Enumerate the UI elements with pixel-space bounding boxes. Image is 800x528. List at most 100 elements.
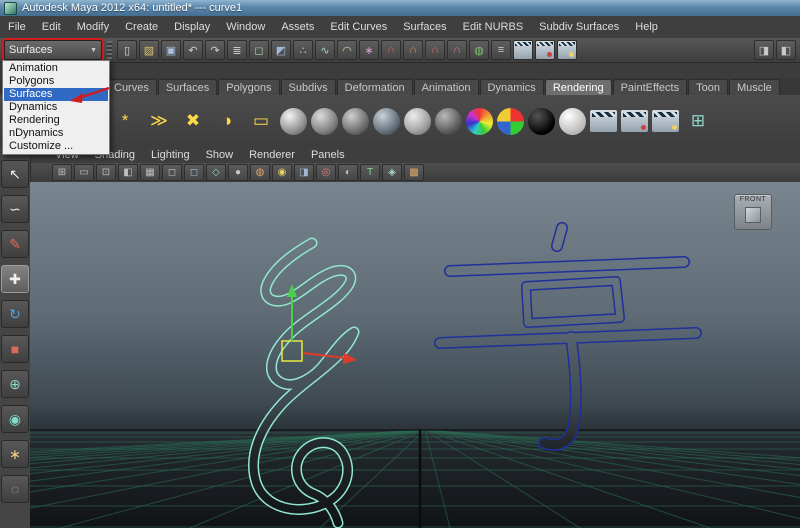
ambient-light-icon[interactable]: ◑	[212, 106, 242, 136]
film-gate-icon[interactable]: ▭	[74, 164, 94, 181]
show-channel-box-icon[interactable]: ◨	[754, 40, 774, 60]
lasso-select-tool[interactable]: ∽	[1, 195, 29, 223]
save-scene-icon[interactable]: ▣	[161, 40, 181, 60]
phonge-material-icon[interactable]	[373, 108, 400, 135]
mask-rendering-icon[interactable]: ∗	[359, 40, 379, 60]
separator-grip[interactable]	[107, 41, 112, 59]
shelf-tab[interactable]: Muscle	[729, 79, 780, 95]
menu-item[interactable]: File	[0, 16, 34, 38]
grid-toggle-icon[interactable]: ⊞	[52, 164, 72, 181]
ipr-render-icon[interactable]	[535, 40, 555, 60]
curve-character-xiang[interactable]	[440, 228, 696, 445]
menu-set-selector[interactable]: Surfaces ▼	[4, 40, 102, 60]
panel-menu-item[interactable]: Show	[199, 149, 241, 161]
menu-item[interactable]: Edit NURBS	[455, 16, 532, 38]
menu-item[interactable]: Display	[166, 16, 218, 38]
shelf-tab[interactable]: Animation	[414, 79, 479, 95]
render-view-icon[interactable]	[590, 110, 617, 132]
use-background-icon[interactable]	[559, 108, 586, 135]
resolution-gate-icon[interactable]: ⊡	[96, 164, 116, 181]
texture-view-icon[interactable]: ▩	[404, 164, 424, 181]
ipr-render-shelf-icon[interactable]	[621, 110, 648, 132]
curve-character-fen[interactable]	[254, 243, 354, 523]
shelf-tab[interactable]: Subdivs	[281, 79, 336, 95]
phong-material-icon[interactable]	[342, 108, 369, 135]
dropdown-item[interactable]: Rendering	[4, 114, 108, 127]
shading-map-icon[interactable]	[497, 108, 524, 135]
wireframe-icon[interactable]: ◇	[206, 164, 226, 181]
shelf-tab[interactable]: Toon	[688, 79, 728, 95]
move-tool[interactable]: ✚	[1, 265, 29, 293]
dropdown-item[interactable]: Polygons	[4, 75, 108, 88]
snap-to-grid-icon[interactable]: ∩	[381, 40, 401, 60]
paint-select-tool[interactable]: ✎	[1, 230, 29, 258]
titlebar[interactable]: Autodesk Maya 2012 x64: untitled* --- cu…	[0, 0, 800, 16]
menu-item[interactable]: Edit Curves	[322, 16, 395, 38]
menu-item[interactable]: Subdiv Surfaces	[531, 16, 627, 38]
shelf-tab[interactable]: PaintEffects	[613, 79, 688, 95]
lambert-material-icon[interactable]	[311, 108, 338, 135]
gate-mask-icon[interactable]: ◧	[118, 164, 138, 181]
dropdown-item[interactable]: Surfaces	[4, 88, 108, 101]
ramp-shader-icon[interactable]	[466, 108, 493, 135]
snap-to-point-icon[interactable]: ∩	[425, 40, 445, 60]
shelf-tab[interactable]: Polygons	[218, 79, 279, 95]
safe-title-icon[interactable]: ◻	[184, 164, 204, 181]
directional-light-icon[interactable]: ≫	[144, 106, 174, 136]
view-axis-gizmo[interactable]: FRONT	[734, 194, 772, 230]
snap-to-view-plane-icon[interactable]: ∩	[447, 40, 467, 60]
panel-menu-item[interactable]: Renderer	[242, 149, 302, 161]
shelf-tab[interactable]: Curves	[106, 79, 157, 95]
render-settings-shelf-icon[interactable]	[652, 110, 679, 132]
depth-of-field-icon[interactable]: ◐	[338, 164, 358, 181]
menu-item[interactable]: Modify	[69, 16, 117, 38]
menu-item[interactable]: Edit	[34, 16, 69, 38]
mask-curves-icon[interactable]: ∿	[315, 40, 335, 60]
blinn-material-icon[interactable]	[280, 108, 307, 135]
textured-icon[interactable]: ◍	[250, 164, 270, 181]
spot-light-icon[interactable]: *	[110, 106, 140, 136]
snap-to-curve-icon[interactable]: ∩	[403, 40, 423, 60]
area-light-icon[interactable]: ▭	[246, 106, 276, 136]
menu-item[interactable]: Window	[218, 16, 273, 38]
shelf-tab[interactable]: Deformation	[337, 79, 413, 95]
dropdown-item[interactable]: Customize ...	[4, 140, 108, 153]
select-by-hierarchy-icon[interactable]: ≣	[227, 40, 247, 60]
render-current-frame-icon[interactable]	[513, 40, 533, 60]
safe-action-icon[interactable]: ◻	[162, 164, 182, 181]
lights-icon[interactable]: ◉	[272, 164, 292, 181]
panel-menu-item[interactable]: Lighting	[144, 149, 197, 161]
panel-menu-item[interactable]: Panels	[304, 149, 352, 161]
shelf-tab[interactable]: Surfaces	[158, 79, 217, 95]
menu-item[interactable]: Assets	[273, 16, 322, 38]
mask-surfaces-icon[interactable]: ◠	[337, 40, 357, 60]
select-by-object-icon[interactable]: ◻	[249, 40, 269, 60]
scale-tool[interactable]: ■	[1, 335, 29, 363]
new-scene-icon[interactable]: ▯	[117, 40, 137, 60]
hypergraph-icon[interactable]: ◈	[382, 164, 402, 181]
undo-icon[interactable]: ↶	[183, 40, 203, 60]
viewport[interactable]: FRONT	[30, 182, 800, 528]
plugin-shelf-icon[interactable]: T	[360, 164, 380, 181]
universal-manipulator-tool[interactable]: ⊕	[1, 370, 29, 398]
open-scene-icon[interactable]: ▨	[139, 40, 159, 60]
dropdown-item[interactable]: Dynamics	[4, 101, 108, 114]
last-tool-used[interactable]: ◌	[1, 475, 29, 503]
soft-mod-tool[interactable]: ◉	[1, 405, 29, 433]
field-chart-icon[interactable]: ▦	[140, 164, 160, 181]
isolate-select-icon[interactable]: ◎	[316, 164, 336, 181]
shelf-tab[interactable]: Rendering	[545, 79, 612, 95]
menu-item[interactable]: Help	[627, 16, 666, 38]
menu-item[interactable]: Surfaces	[395, 16, 454, 38]
manipulator-x-arrowhead[interactable]	[343, 353, 357, 364]
make-live-icon[interactable]: ◍	[469, 40, 489, 60]
surface-shader-icon[interactable]	[528, 108, 555, 135]
menu-item[interactable]: Create	[117, 16, 166, 38]
redo-icon[interactable]: ↷	[205, 40, 225, 60]
mask-points-icon[interactable]: ∴	[293, 40, 313, 60]
shelf-tab[interactable]: Dynamics	[480, 79, 544, 95]
select-tool[interactable]: ↖	[1, 160, 29, 188]
shaded-icon[interactable]: ●	[228, 164, 248, 181]
layered-shader-icon[interactable]	[435, 108, 462, 135]
point-light-icon[interactable]: ✖	[178, 106, 208, 136]
